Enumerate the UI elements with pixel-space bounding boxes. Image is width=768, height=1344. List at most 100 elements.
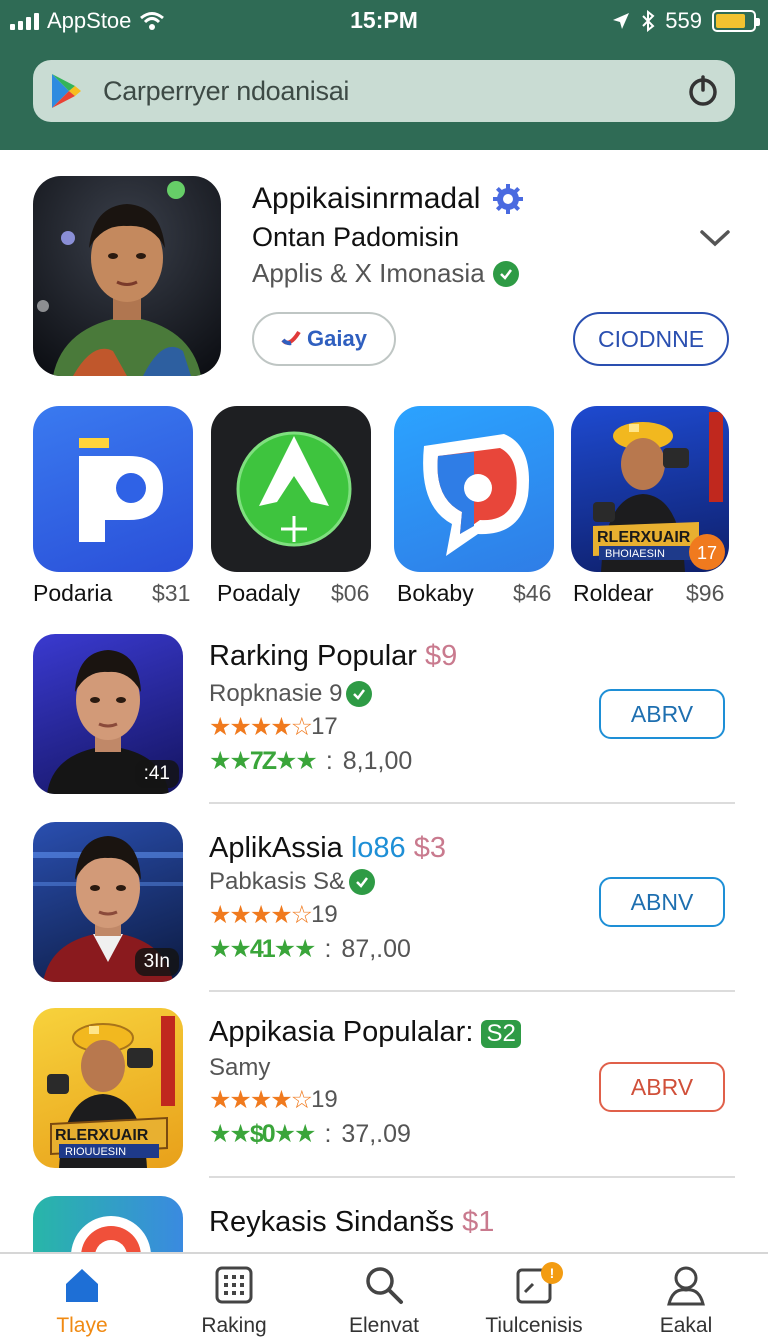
tile-name: Bokaby <box>397 580 474 606</box>
search-input[interactable]: Carperryer ndoanisai <box>103 76 685 107</box>
divider <box>209 1176 735 1178</box>
featured-title-row: Appikaisinrmadal <box>252 182 524 216</box>
list-item-subtitle: Samy <box>209 1054 271 1081</box>
list-item-title: Rarking Popular $9 <box>209 640 457 673</box>
tile-roldear-banner-sub: BHOIAESIN <box>605 548 665 560</box>
green-stats-row: ★★41★★ : 87,.00 <box>209 934 411 964</box>
list-item-image[interactable]: 3In <box>33 822 183 982</box>
green-arrow-icon <box>236 431 352 547</box>
tile-price: $96 <box>686 580 725 606</box>
list-item-image[interactable] <box>33 1196 183 1252</box>
app-header: AppStoe 15:PM 559 Carperryer ndoanisai <box>0 0 768 150</box>
tile-name: Podaria <box>33 580 113 606</box>
list-item-title-text: AplikAssia <box>209 832 343 864</box>
star-rating-icon: ★★★★☆ <box>209 713 313 741</box>
list-item-image[interactable]: RLERXUAIR RIOUUESIN <box>33 1008 183 1168</box>
location-icon <box>613 13 630 29</box>
tile-price: $46 <box>513 580 552 606</box>
verified-icon <box>349 869 376 895</box>
search-icon <box>366 1267 403 1304</box>
rating-count: 19 <box>311 901 338 928</box>
list-item-banner-sub: RIOUUESIN <box>65 1146 126 1158</box>
divider <box>209 990 735 992</box>
get-button-label: Gaiay <box>307 326 367 351</box>
tile-price: $06 <box>331 580 370 606</box>
list-item-title-text: Rarking Popular <box>209 640 417 672</box>
tile-podaria[interactable] <box>33 406 193 572</box>
open-button[interactable]: CIODNNE <box>573 312 729 366</box>
brand-swoosh-icon <box>281 330 301 346</box>
nav-label: Eakal <box>659 1314 713 1337</box>
battery-percent: 559 <box>665 8 702 33</box>
list-item-action-button[interactable]: ABRV <box>599 689 725 739</box>
featured-developer-row: Applis & X Imonasia <box>252 258 519 289</box>
play-store-logo <box>52 74 81 108</box>
rating-count: 19 <box>311 1086 338 1113</box>
list-item-subtitle-row: Samy <box>209 1054 270 1082</box>
nav-item-profile[interactable]: Eakal <box>611 1264 761 1338</box>
rating-row: ★★★★☆ 19 <box>209 1085 338 1115</box>
status-bar: AppStoe 15:PM 559 <box>0 0 768 42</box>
tile-roldear-badge: 17 <box>697 543 717 563</box>
list-item-subtitle-row: Ropknasie 9 <box>209 680 373 708</box>
list-item-subtitle-row: Pabkasis S& <box>209 868 376 896</box>
green-stars: ★★$0★★ <box>209 1120 316 1148</box>
tile-bokaby[interactable] <box>394 406 554 572</box>
list-item-image[interactable]: :41 <box>33 634 183 794</box>
green-stars: ★★7Z★★ <box>209 747 318 775</box>
nav-label: Tiulcenisis <box>485 1314 583 1337</box>
featured-title: Appikaisinrmadal <box>252 182 481 215</box>
home-icon <box>66 1269 98 1302</box>
list-item-action-button[interactable]: ABRV <box>599 1062 725 1112</box>
profile-icon <box>667 1266 705 1306</box>
star-rating-icon: ★★★★☆ <box>209 1086 313 1114</box>
featured-subtitle: Ontan Padomisin <box>252 222 460 252</box>
tile-name: Poadaly <box>217 580 301 606</box>
battery-icon <box>712 10 760 32</box>
featured-developer: Applis & X Imonasia <box>252 258 485 288</box>
verified-icon <box>346 681 373 707</box>
tile-name: Roldear <box>573 580 654 606</box>
downloads-value: 8,1,00 <box>342 746 413 775</box>
chevron-down-icon[interactable] <box>698 224 732 252</box>
list-item-title-text: Appikasia Populalar: <box>209 1016 474 1048</box>
duration-badge: 3In <box>134 948 179 976</box>
nav-item-ranking[interactable]: Raking <box>159 1264 309 1338</box>
list-item-price: $3 <box>413 832 446 864</box>
power-icon[interactable] <box>685 73 721 109</box>
featured-app-image[interactable] <box>33 176 221 376</box>
nav-item-updates[interactable]: ! Tiulcenisis <box>459 1262 609 1338</box>
separator-colon: : <box>324 1119 332 1148</box>
nav-item-home[interactable]: Tlaye <box>7 1264 157 1338</box>
game-character-icon: RLERXUAIR BHOIAESIN 17 <box>593 412 725 572</box>
get-button[interactable]: Gaiay <box>252 312 396 366</box>
nav-label: Elenvat <box>348 1314 420 1337</box>
list-item-title: Appikasia Populalar: S2 <box>209 1016 521 1049</box>
verified-icon <box>492 260 519 287</box>
rating-row: ★★★★☆ 17 <box>209 712 338 742</box>
list-item-title: Reykasis Sindanšs $1 <box>209 1206 494 1239</box>
search-bar[interactable]: Carperryer ndoanisai <box>33 60 735 122</box>
game-character-icon: RLERXUAIR RIOUUESIN <box>47 1016 175 1168</box>
nav-label: Raking <box>201 1314 267 1337</box>
list-item-title-text: Reykasis Sindanšs <box>209 1206 454 1238</box>
star-rating-icon: ★★★★☆ <box>209 901 313 929</box>
list-item-badge: S2 <box>481 1020 521 1048</box>
grid-icon <box>215 1266 253 1304</box>
tile-poadaly[interactable] <box>211 406 371 572</box>
bluetooth-icon <box>642 10 655 32</box>
rating-count: 17 <box>311 713 338 740</box>
list-item-subtitle: Ropknasie 9 <box>209 680 343 707</box>
chat-bubble-icon <box>423 434 529 556</box>
tile-roldear[interactable]: RLERXUAIR BHOIAESIN 17 <box>571 406 729 572</box>
gear-icon <box>493 184 524 214</box>
divider <box>209 802 735 804</box>
list-item-action-button[interactable]: ABNV <box>599 877 725 927</box>
notification-badge: ! <box>541 1262 563 1284</box>
list-item-highlight: lo86 <box>350 832 406 864</box>
nav-item-search[interactable]: Elenvat <box>309 1264 459 1338</box>
tile-price: $31 <box>152 580 191 606</box>
p-letter-icon <box>79 438 163 542</box>
bottom-nav: Tlaye Raking Elenvat ! Tiulcenisis Eakal <box>0 1252 768 1344</box>
rating-row: ★★★★☆ 19 <box>209 900 338 930</box>
